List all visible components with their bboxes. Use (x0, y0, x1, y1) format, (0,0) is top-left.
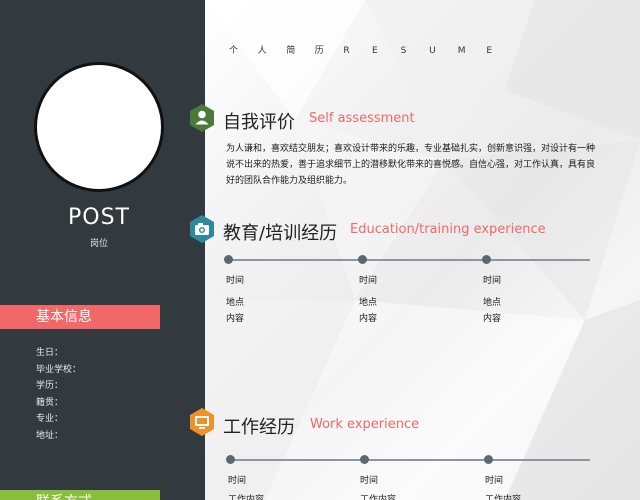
header-letter: E (371, 46, 378, 56)
sidebar: POST 岗位 基本信息 生日： 毕业学校： 学历： 籍贯： 专业： 地址： 联… (0, 0, 205, 500)
work-time: 时间 (228, 476, 247, 486)
contact-info-tag: 联系方式 (0, 490, 160, 500)
section-title-self-en: Self assessment (309, 111, 415, 126)
resume-header: 个人简历RESUME (229, 43, 496, 56)
basic-info-tag: 基本信息 (0, 305, 160, 329)
info-field-address: 地址： (36, 430, 64, 441)
section-title-education-en: Education/training experience (350, 222, 546, 237)
header-letter: E (486, 46, 493, 56)
edu-place: 地点 (359, 298, 378, 308)
work-content: 工作内容 (485, 495, 522, 500)
profile-photo-placeholder (34, 62, 164, 192)
info-field-birthday: 生日： (36, 348, 64, 358)
work-time: 时间 (360, 476, 379, 486)
header-letter: 人 (257, 46, 267, 56)
section-title-work: 工作经历 (223, 417, 295, 438)
header-letter: M (457, 46, 466, 56)
edu-time: 时间 (483, 276, 502, 286)
header-letter: 个 (229, 46, 239, 56)
edu-time: 时间 (359, 276, 378, 286)
resume-page: POST 岗位 基本信息 生日： 毕业学校： 学历： 籍贯： 专业： 地址： 联… (0, 0, 640, 500)
edu-place: 地点 (226, 298, 245, 308)
section-title-work-en: Work experience (310, 417, 420, 432)
self-assessment-text: 为人谦和，喜欢结交朋友；喜欢设计带来的乐趣，专业基础扎实，创新意识强，对设计有一… (226, 144, 596, 186)
work-content: 工作内容 (360, 495, 397, 500)
header-letter: 简 (286, 46, 296, 56)
post-subtitle: 岗位 (89, 239, 108, 249)
header-letter: U (429, 46, 436, 56)
user-icon (190, 104, 214, 132)
info-list: 生日： 毕业学校： 学历： 籍贯： 专业： 地址： (36, 345, 81, 445)
edu-time: 时间 (226, 276, 245, 286)
work-timeline (230, 459, 590, 461)
info-field-school: 毕业学校： (36, 364, 82, 375)
header-letter: R (343, 46, 350, 56)
section-title-self: 自我评价 (223, 112, 295, 133)
timeline-dot (358, 255, 367, 264)
info-field-degree: 学历： (36, 381, 64, 392)
info-field-hometown: 籍贯： (36, 397, 64, 408)
timeline-dot (226, 455, 235, 464)
timeline-dot (484, 455, 493, 464)
edu-content: 内容 (226, 314, 245, 324)
header-letter: S (400, 46, 407, 56)
work-time: 时间 (485, 476, 504, 486)
monitor-icon (190, 408, 214, 436)
edu-place: 地点 (483, 298, 502, 308)
timeline-dot (482, 255, 491, 264)
camera-icon (190, 215, 214, 243)
edu-content: 内容 (483, 314, 502, 324)
work-content: 工作内容 (228, 495, 265, 500)
post-title: POST (68, 205, 130, 230)
edu-content: 内容 (359, 314, 378, 324)
header-letter: 历 (314, 46, 324, 56)
info-field-major: 专业： (36, 414, 64, 425)
section-title-education: 教育/培训经历 (223, 223, 338, 244)
education-timeline (228, 259, 590, 261)
timeline-dot (360, 455, 369, 464)
timeline-dot (224, 255, 233, 264)
